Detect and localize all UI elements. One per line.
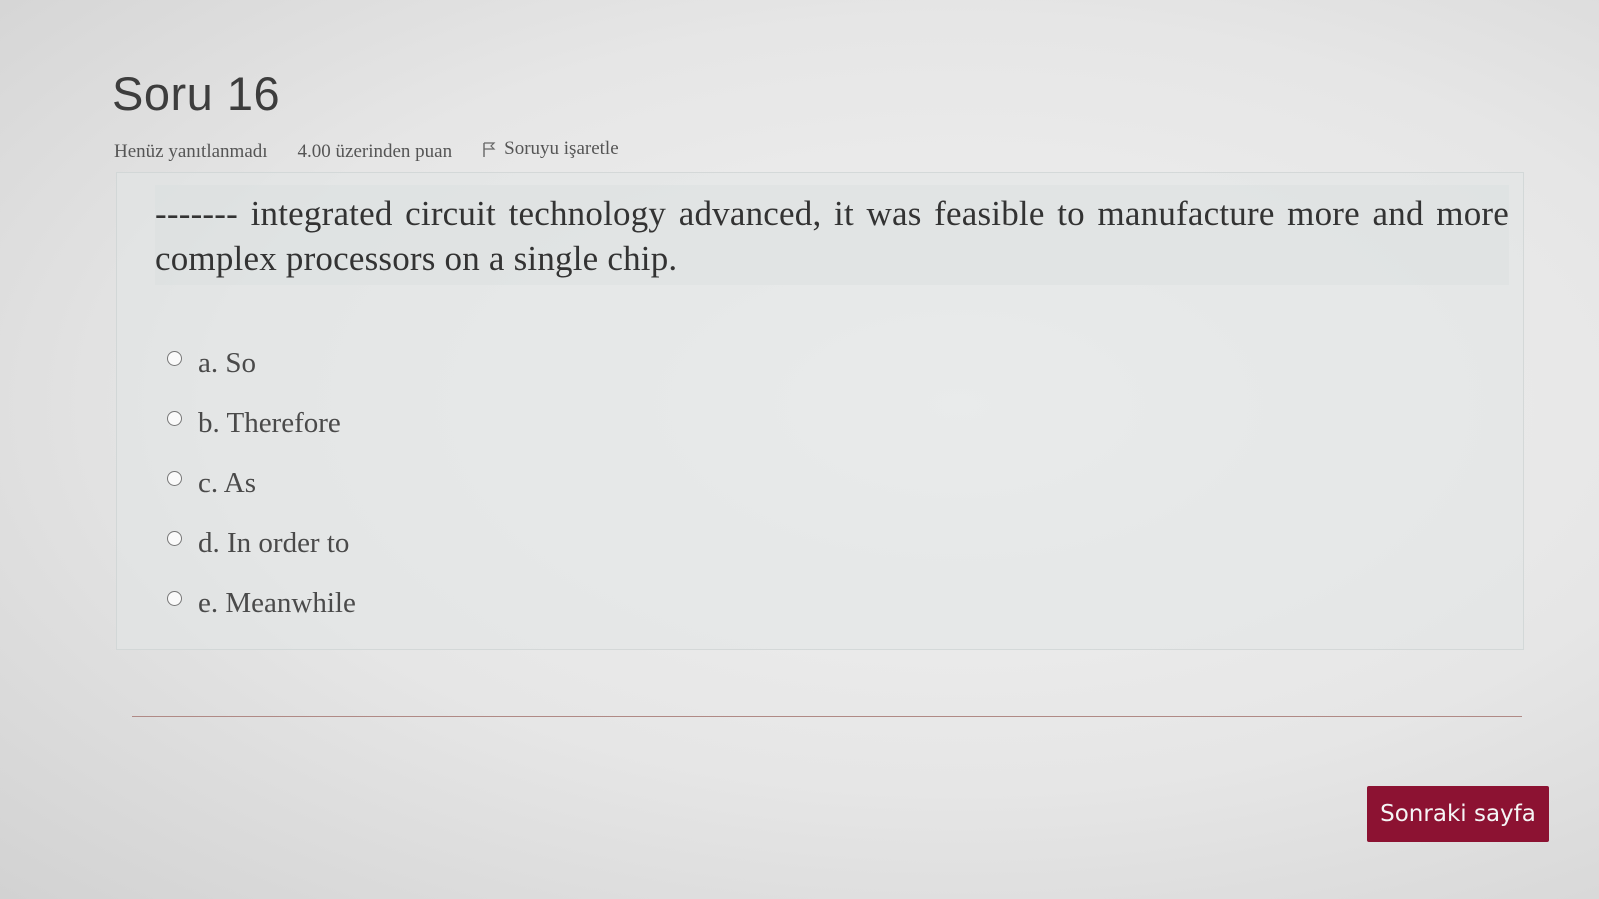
- answer-option-a[interactable]: a. So: [167, 333, 356, 393]
- question-text-box: ------- integrated circuit technology ad…: [155, 185, 1509, 285]
- answer-option-b[interactable]: b. Therefore: [167, 393, 356, 453]
- answer-option-c[interactable]: c. As: [167, 453, 356, 513]
- quiz-page: Soru 16 Henüz yanıtlanmadı 4.00 üzerinde…: [0, 0, 1599, 899]
- answer-label[interactable]: a. So: [198, 347, 256, 380]
- answer-label[interactable]: e. Meanwhile: [198, 587, 356, 620]
- answer-label[interactable]: d. In order to: [198, 527, 349, 560]
- radio-icon[interactable]: [167, 530, 182, 546]
- next-page-button[interactable]: Sonraki sayfa: [1367, 786, 1549, 842]
- answer-list: a. So b. Therefore c. As d. In order to …: [167, 333, 356, 633]
- radio-icon[interactable]: [167, 350, 182, 366]
- flag-question-label: Soruyu işaretle: [504, 138, 619, 159]
- question-text: ------- integrated circuit technology ad…: [155, 194, 1509, 278]
- question-state: Henüz yanıtlanmadı: [114, 141, 268, 162]
- radio-icon[interactable]: [167, 590, 182, 606]
- flag-question-link[interactable]: Soruyu işaretle: [482, 138, 619, 160]
- section-divider: [132, 716, 1522, 717]
- flag-icon: [482, 141, 496, 157]
- radio-icon[interactable]: [167, 470, 182, 486]
- answer-label[interactable]: c. As: [198, 467, 256, 500]
- answer-option-e[interactable]: e. Meanwhile: [167, 573, 356, 633]
- radio-icon[interactable]: [167, 410, 182, 426]
- question-card: ------- integrated circuit technology ad…: [116, 172, 1524, 650]
- question-info: Henüz yanıtlanmadı 4.00 üzerinden puan S…: [114, 138, 619, 163]
- question-grade: 4.00 üzerinden puan: [297, 141, 453, 162]
- question-title: Soru 16: [112, 67, 281, 120]
- answer-label[interactable]: b. Therefore: [198, 407, 341, 440]
- answer-option-d[interactable]: d. In order to: [167, 513, 356, 573]
